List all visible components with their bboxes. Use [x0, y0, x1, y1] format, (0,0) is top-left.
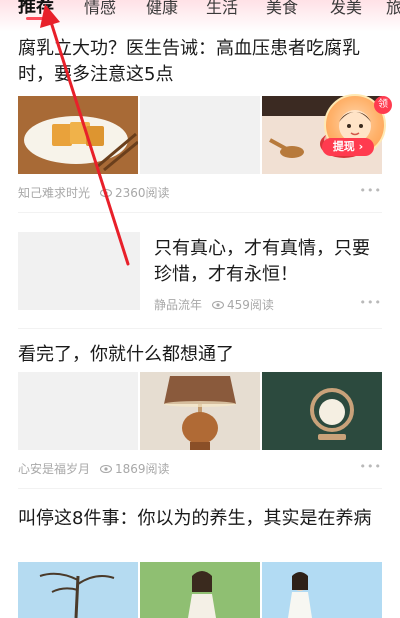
article-source: 知己难求时光: [18, 186, 91, 200]
article-thumbnail[interactable]: [140, 96, 260, 174]
article-read-count: 459阅读: [227, 298, 274, 312]
divider: [18, 328, 382, 329]
tab-travel[interactable]: 旅: [386, 0, 400, 18]
article-title[interactable]: 只有真心，才有真情，只要珍惜，才有永恒！: [154, 236, 384, 288]
eye-icon: [212, 299, 225, 311]
article-card[interactable]: 看完了，你就什么都想通了 心安是福岁月 1869阅读 •••: [0, 340, 400, 480]
tab-food[interactable]: 美食: [266, 0, 298, 18]
tab-emotion[interactable]: 情感: [84, 0, 116, 18]
article-meta: 静品流年 459阅读: [154, 296, 274, 313]
eye-icon: [100, 187, 113, 199]
article-title[interactable]: 腐乳立大功？医生告诫：高血压患者吃腐乳时，要多注意这5点: [18, 36, 384, 88]
article-read-count: 1869阅读: [115, 462, 170, 476]
tab-recommend[interactable]: 推荐: [18, 0, 54, 20]
article-thumbnail[interactable]: [262, 562, 382, 618]
tab-beauty[interactable]: 发美: [330, 0, 362, 18]
cash-out-widget[interactable]: 提现 › 领: [318, 94, 392, 162]
article-card[interactable]: 叫停这8件事：你以为的养生，其实是在养病: [0, 504, 400, 618]
article-title[interactable]: 看完了，你就什么都想通了: [18, 342, 384, 368]
eye-icon: [100, 463, 113, 475]
divider: [18, 212, 382, 213]
claim-badge[interactable]: 领: [374, 96, 392, 114]
article-meta: 知己难求时光 2360阅读: [18, 184, 170, 201]
article-thumbnail[interactable]: [140, 562, 260, 618]
cash-out-button[interactable]: 提现 ›: [322, 138, 374, 156]
more-options-icon[interactable]: •••: [360, 184, 382, 197]
article-thumbnail[interactable]: [262, 372, 382, 450]
tab-health[interactable]: 健康: [146, 0, 178, 18]
article-thumbnail[interactable]: [18, 372, 138, 450]
article-thumbnail[interactable]: [140, 372, 260, 450]
more-options-icon[interactable]: •••: [360, 296, 382, 309]
tab-life[interactable]: 生活: [206, 0, 238, 18]
article-meta: 心安是福岁月 1869阅读: [18, 460, 170, 477]
article-read-count: 2360阅读: [115, 186, 170, 200]
article-thumbnail[interactable]: [18, 562, 138, 618]
article-source: 静品流年: [154, 298, 203, 312]
article-thumbnail[interactable]: [18, 232, 140, 310]
article-thumbnail[interactable]: [18, 96, 138, 174]
article-source: 心安是福岁月: [18, 462, 91, 476]
article-card[interactable]: 只有真心，才有真情，只要珍惜，才有永恒！ 静品流年 459阅读 •••: [0, 222, 400, 322]
article-title[interactable]: 叫停这8件事：你以为的养生，其实是在养病: [18, 506, 384, 532]
divider: [18, 488, 382, 489]
category-tab-bar: 推荐 情感 健康 生活 美食 发美 旅: [0, 0, 400, 32]
more-options-icon[interactable]: •••: [360, 460, 382, 473]
